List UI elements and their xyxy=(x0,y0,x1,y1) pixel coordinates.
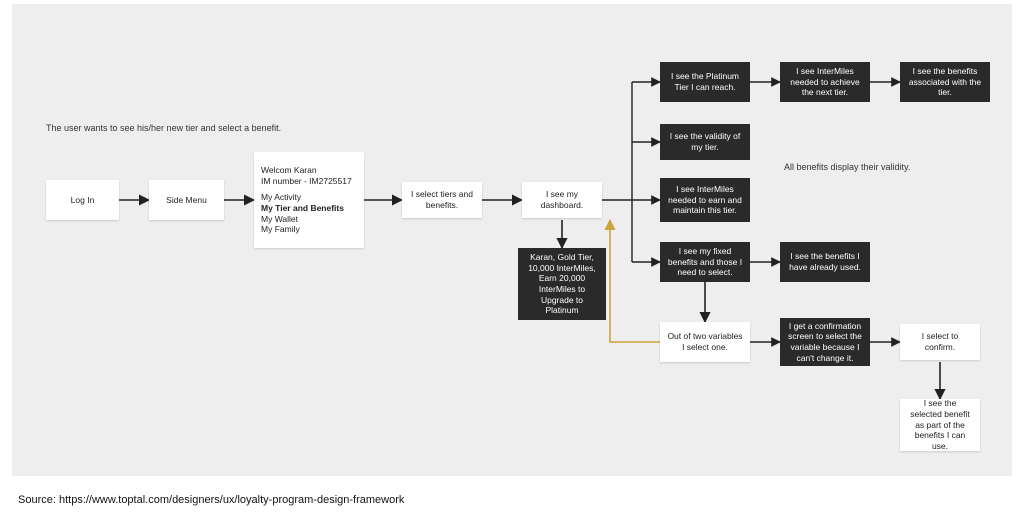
node-selected-benefit: I see the selected benefit as part of th… xyxy=(900,399,980,451)
node-label: I see the Platinum Tier I can reach. xyxy=(667,71,743,92)
node-profile: Welcom Karan IM number - IM2725517 My Ac… xyxy=(254,152,364,248)
node-label: I see my fixed benefits and those I need… xyxy=(667,246,743,278)
node-label: I see InterMiles needed to achieve the n… xyxy=(787,66,863,98)
node-label: I see InterMiles needed to earn and main… xyxy=(667,184,743,216)
node-label: I see the benefits I have already used. xyxy=(787,251,863,272)
node-login: Log In xyxy=(46,180,119,220)
node-dashboard-detail: Karan, Gold Tier, 10,000 InterMiles, Ear… xyxy=(518,248,606,320)
node-label: I see the benefits associated with the t… xyxy=(907,66,983,98)
node-validity: I see the validity of my tier. xyxy=(660,124,750,160)
node-label: I see the validity of my tier. xyxy=(667,131,743,152)
node-dashboard: I see my dashboard. xyxy=(522,182,602,218)
node-benefits-tier: I see the benefits associated with the t… xyxy=(900,62,990,102)
node-platinum: I see the Platinum Tier I can reach. xyxy=(660,62,750,102)
node-label: I see my dashboard. xyxy=(529,189,595,210)
node-label: I see the selected benefit as part of th… xyxy=(907,398,973,451)
node-benefits-used: I see the benefits I have already used. xyxy=(780,242,870,282)
profile-item: My Wallet xyxy=(261,214,357,225)
node-label: Out of two variables I select one. xyxy=(667,331,743,352)
profile-im-number: IM number - IM2725517 xyxy=(261,176,357,187)
node-label: Side Menu xyxy=(166,195,207,206)
node-label: I get a confirmation screen to select th… xyxy=(787,321,863,364)
intro-text: The user wants to see his/her new tier a… xyxy=(46,123,281,134)
node-select-one: Out of two variables I select one. xyxy=(660,322,750,362)
node-label: I select tiers and benefits. xyxy=(409,189,475,210)
node-side-menu: Side Menu xyxy=(149,180,224,220)
profile-item-active: My Tier and Benefits xyxy=(261,203,357,214)
node-label: Karan, Gold Tier, 10,000 InterMiles, Ear… xyxy=(525,252,599,316)
benefits-validity-text: All benefits display their validity. xyxy=(784,162,910,173)
profile-item: My Activity xyxy=(261,192,357,203)
source-text: Source: https://www.toptal.com/designers… xyxy=(18,494,404,506)
node-label: Log In xyxy=(71,195,95,206)
node-label: I select to confirm. xyxy=(907,331,973,352)
profile-welcome: Welcom Karan xyxy=(261,165,357,176)
node-miles-next: I see InterMiles needed to achieve the n… xyxy=(780,62,870,102)
node-select-tiers: I select tiers and benefits. xyxy=(402,182,482,218)
node-confirm: I select to confirm. xyxy=(900,324,980,360)
node-maintain: I see InterMiles needed to earn and main… xyxy=(660,178,750,222)
diagram-canvas: The user wants to see his/her new tier a… xyxy=(12,4,1012,476)
profile-item: My Family xyxy=(261,224,357,235)
node-fixed-benefits: I see my fixed benefits and those I need… xyxy=(660,242,750,282)
node-confirmation: I get a confirmation screen to select th… xyxy=(780,318,870,366)
